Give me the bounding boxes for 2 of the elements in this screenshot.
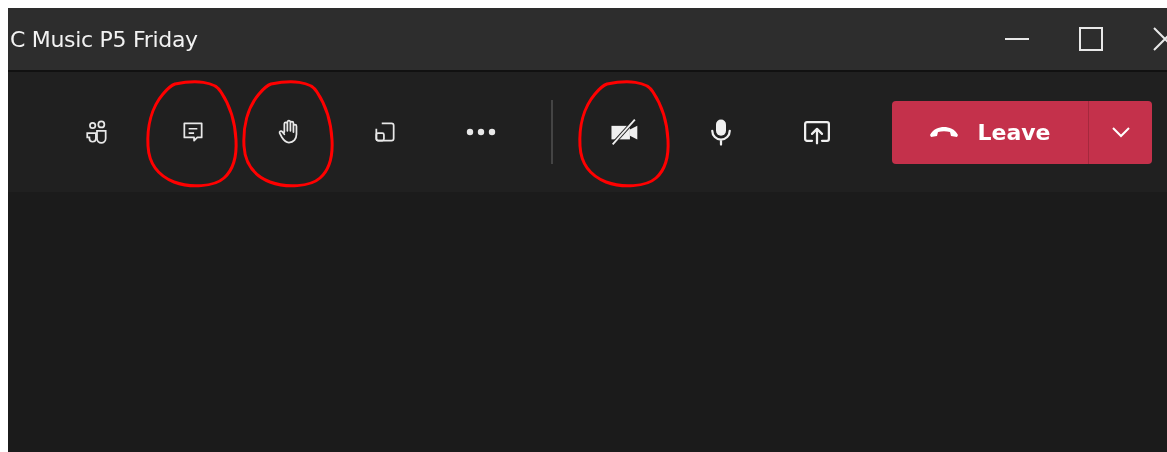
window-title: C Music P5 Friday (10, 26, 199, 52)
leave-button[interactable]: Leave (892, 100, 1088, 164)
